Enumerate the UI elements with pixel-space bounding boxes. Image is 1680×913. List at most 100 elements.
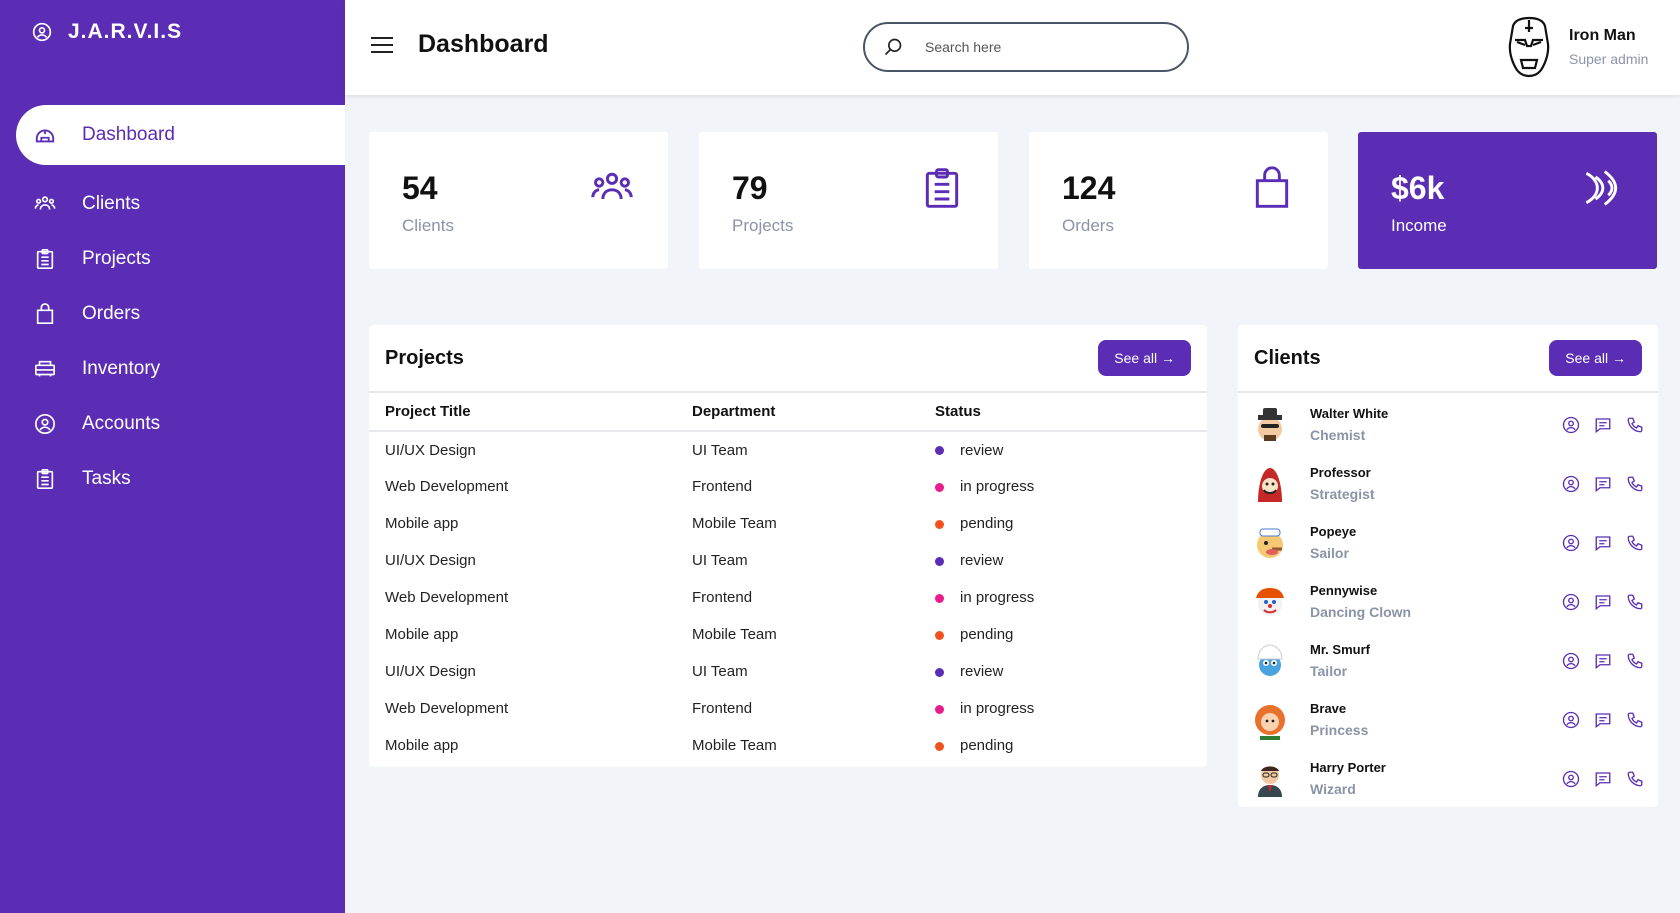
profile-icon[interactable] — [1562, 593, 1580, 611]
status-dot — [935, 630, 944, 640]
sidebar-item-tasks[interactable]: Tasks — [16, 451, 345, 506]
list-item[interactable]: Professor Strategist — [1238, 454, 1658, 513]
phone-icon[interactable] — [1626, 534, 1644, 552]
table-row[interactable]: Web Development Frontend in progress — [369, 468, 1207, 505]
brand-title: J.A.R.V.I.S — [68, 20, 183, 43]
project-title: Web Development — [385, 478, 509, 495]
avatar — [1258, 765, 1282, 797]
avatar — [1255, 704, 1285, 740]
projects-table: Project Title Department Status UI/UX De… — [369, 393, 1207, 764]
list-item[interactable]: Brave Princess — [1238, 690, 1658, 749]
project-title: Web Development — [385, 700, 509, 717]
column-header: Status — [935, 393, 1207, 432]
profile-icon[interactable] — [1562, 416, 1580, 434]
clients-panel: Clients See all → Walter White Chemist Pro… — [1238, 325, 1658, 807]
stat-label: Income — [1391, 216, 1447, 235]
sidebar-item-clients[interactable]: Clients — [16, 176, 345, 231]
project-department: Mobile Team — [692, 515, 777, 532]
sidebar-item-accounts[interactable]: Accounts — [16, 396, 345, 451]
project-title: Web Development — [385, 589, 509, 606]
list-item[interactable]: Walter White Chemist — [1238, 395, 1658, 454]
avatar — [1257, 643, 1283, 676]
list-item[interactable]: Pennywise Dancing Clown — [1238, 572, 1658, 631]
status-dot — [935, 482, 944, 492]
profile-icon[interactable] — [1562, 475, 1580, 493]
project-status-cell: in progress — [935, 690, 1207, 727]
project-status-cell: pending — [935, 616, 1207, 653]
client-name: Professor — [1310, 465, 1371, 480]
profile-icon[interactable] — [1562, 652, 1580, 670]
stat-card-income[interactable]: $6k Income — [1358, 132, 1657, 269]
project-title: Mobile app — [385, 626, 459, 643]
sidebar-item-orders[interactable]: Orders — [16, 286, 345, 341]
stat-card-projects[interactable]: 79 Projects — [699, 132, 998, 269]
sidebar-item-inventory[interactable]: Inventory — [16, 341, 345, 396]
user-profile[interactable]: Iron Man Super admin — [1505, 16, 1648, 78]
message-icon[interactable] — [1594, 652, 1612, 670]
project-title: UI/UX Design — [385, 441, 476, 459]
phone-icon[interactable] — [1626, 416, 1644, 434]
status-badge: review — [960, 441, 1004, 459]
project-title: Mobile app — [385, 737, 459, 754]
profile-icon[interactable] — [1562, 534, 1580, 552]
message-icon[interactable] — [1594, 534, 1612, 552]
table-row[interactable]: UI/UX Design UI Team review — [369, 431, 1207, 468]
menu-icon[interactable] — [371, 36, 393, 54]
column-header: Department — [692, 393, 935, 432]
client-name: Pennywise — [1310, 583, 1378, 598]
table-header-row: Project Title Department Status — [369, 393, 1207, 432]
project-status-cell: in progress — [935, 579, 1207, 616]
message-icon[interactable] — [1594, 593, 1612, 611]
panel-title: Projects — [385, 346, 464, 369]
status-badge: in progress — [960, 589, 1035, 606]
phone-icon[interactable] — [1626, 711, 1644, 729]
table-row[interactable]: Mobile app Mobile Team pending — [369, 505, 1207, 542]
project-status-cell: pending — [935, 727, 1207, 764]
project-status-cell: in progress — [935, 468, 1207, 505]
client-name: Brave — [1310, 701, 1347, 716]
sidebar-item-projects[interactable]: Projects — [16, 231, 345, 286]
profile-icon[interactable] — [1562, 770, 1580, 788]
avatar — [1257, 528, 1283, 558]
search-icon — [884, 38, 902, 56]
message-icon[interactable] — [1594, 475, 1612, 493]
message-icon[interactable] — [1594, 770, 1612, 788]
stat-card-clients[interactable]: 54 Clients — [369, 132, 668, 269]
project-status-cell: pending — [935, 505, 1207, 542]
phone-icon[interactable] — [1626, 770, 1644, 788]
stat-value: 54 — [402, 170, 438, 206]
message-icon[interactable] — [1594, 711, 1612, 729]
list-item[interactable]: Mr. Smurf Tailor — [1238, 631, 1658, 690]
table-row[interactable]: Web Development Frontend in progress — [369, 579, 1207, 616]
status-badge: pending — [960, 515, 1014, 532]
table-row[interactable]: Mobile app Mobile Team pending — [369, 727, 1207, 764]
list-item[interactable]: Harry Porter Wizard — [1238, 749, 1658, 808]
group-icon — [34, 195, 56, 210]
see-all-clients-button[interactable]: See all → — [1549, 340, 1642, 376]
phone-icon[interactable] — [1626, 475, 1644, 493]
table-row[interactable]: UI/UX Design UI Team review — [369, 653, 1207, 690]
table-row[interactable]: Mobile app Mobile Team pending — [369, 616, 1207, 653]
client-name: Harry Porter — [1310, 760, 1386, 775]
client-name: Walter White — [1310, 406, 1389, 421]
stat-card-orders[interactable]: 124 Orders — [1029, 132, 1328, 269]
profile-icon[interactable] — [1562, 711, 1580, 729]
table-row[interactable]: Web Development Frontend in progress — [369, 690, 1207, 727]
phone-icon[interactable] — [1626, 593, 1644, 611]
search-input[interactable] — [925, 39, 1145, 55]
list-item[interactable]: Popeye Sailor — [1238, 513, 1658, 572]
see-all-projects-button[interactable]: See all → — [1098, 340, 1191, 376]
status-dot — [935, 519, 944, 529]
stat-label: Projects — [732, 216, 794, 235]
sidebar-item-dashboard[interactable]: Dashboard — [16, 105, 345, 165]
phone-icon[interactable] — [1626, 652, 1644, 670]
avatar — [1258, 407, 1282, 441]
clipboard-icon — [36, 248, 54, 269]
project-title: UI/UX Design — [385, 552, 476, 569]
search-box[interactable] — [863, 22, 1189, 72]
status-dot — [935, 667, 944, 677]
message-icon[interactable] — [1594, 416, 1612, 434]
client-role: Princess — [1310, 722, 1369, 738]
table-row[interactable]: UI/UX Design UI Team review — [369, 542, 1207, 579]
sidebar-nav: Dashboard Clients Projects Orders Invent… — [16, 105, 345, 506]
